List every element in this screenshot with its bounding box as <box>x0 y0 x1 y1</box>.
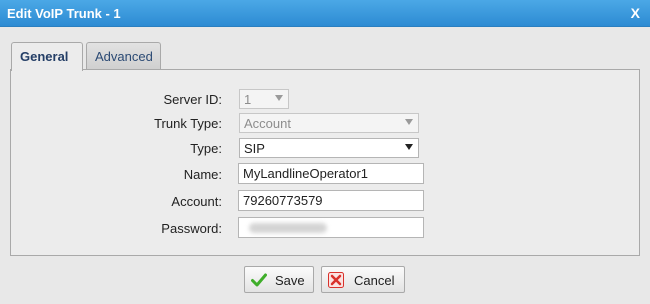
trunk-type-value: Account <box>244 116 291 131</box>
masked-password <box>249 223 327 233</box>
dialog-title: Edit VoIP Trunk - 1 <box>7 6 121 21</box>
password-label: Password: <box>161 221 222 236</box>
account-value: 79260773579 <box>243 193 323 208</box>
server-id-label: Server ID: <box>163 92 222 107</box>
cancel-label: Cancel <box>354 273 395 288</box>
server-id-select[interactable]: 1 <box>239 89 289 109</box>
type-select[interactable]: SIP <box>239 138 419 158</box>
close-icon[interactable]: X <box>631 5 640 21</box>
trunk-type-select[interactable]: Account <box>239 113 419 133</box>
tab-advanced[interactable]: Advanced <box>86 42 161 70</box>
save-label: Save <box>275 273 305 288</box>
checkmark-icon <box>251 273 267 287</box>
account-field[interactable]: 79260773579 <box>238 190 424 211</box>
general-panel: Server ID: 1 Trunk Type: Account Type: S… <box>10 69 640 256</box>
name-value: MyLandlineOperator1 <box>243 166 369 181</box>
chevron-down-icon <box>405 144 413 150</box>
chevron-down-icon <box>405 119 413 125</box>
password-field[interactable] <box>238 217 424 238</box>
edit-voip-trunk-dialog: Edit VoIP Trunk - 1 X General Advanced S… <box>0 0 650 304</box>
tab-general[interactable]: General <box>11 42 83 71</box>
cancel-button[interactable]: Cancel <box>321 266 405 293</box>
dialog-titlebar[interactable]: Edit VoIP Trunk - 1 X <box>0 0 650 27</box>
name-label: Name: <box>183 167 222 182</box>
server-id-value: 1 <box>244 92 252 107</box>
type-label: Type: <box>190 141 222 156</box>
save-button[interactable]: Save <box>244 266 314 293</box>
type-value: SIP <box>244 141 265 156</box>
name-field[interactable]: MyLandlineOperator1 <box>238 163 424 184</box>
chevron-down-icon <box>275 95 283 101</box>
cross-icon <box>328 272 344 288</box>
account-label: Account: <box>171 194 222 209</box>
trunk-type-label: Trunk Type: <box>154 116 222 131</box>
